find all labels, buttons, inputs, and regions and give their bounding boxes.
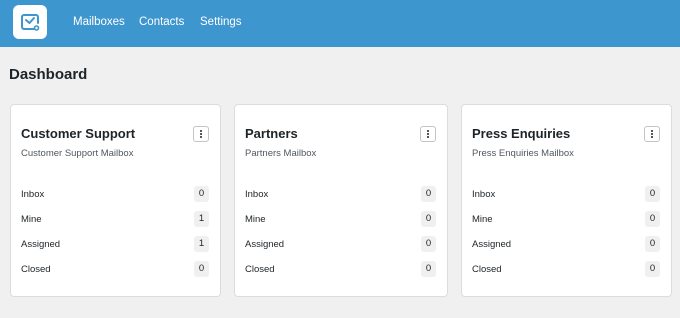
stat-count-badge: 0 bbox=[421, 211, 436, 227]
stat-count-badge: 0 bbox=[421, 236, 436, 252]
mailbox-subtitle: Customer Support Mailbox bbox=[21, 148, 134, 159]
mailbox-stat-inbox[interactable]: Inbox 0 bbox=[21, 186, 209, 202]
more-vertical-icon bbox=[200, 130, 202, 138]
stat-label: Assigned bbox=[245, 239, 285, 250]
mailbox-stat-mine[interactable]: Mine 0 bbox=[472, 211, 660, 227]
nav-settings[interactable]: Settings bbox=[200, 16, 242, 28]
mailbox-stat-mine[interactable]: Mine 1 bbox=[21, 211, 209, 227]
page-title: Dashboard bbox=[9, 66, 88, 83]
stat-label: Mine bbox=[245, 214, 266, 225]
stat-count-badge: 0 bbox=[421, 261, 436, 277]
more-vertical-icon bbox=[651, 130, 653, 138]
top-navigation-bar: Mailboxes Contacts Settings bbox=[0, 0, 680, 47]
mailbox-title[interactable]: Customer Support bbox=[21, 126, 135, 141]
stat-label: Assigned bbox=[21, 239, 61, 250]
mailbox-subtitle: Partners Mailbox bbox=[245, 148, 317, 159]
stat-label: Closed bbox=[245, 264, 275, 275]
mailbox-subtitle: Press Enquiries Mailbox bbox=[472, 148, 574, 159]
stat-count-badge: 0 bbox=[645, 186, 660, 202]
mailbox-menu-button[interactable] bbox=[193, 126, 209, 142]
mailbox-stat-inbox[interactable]: Inbox 0 bbox=[472, 186, 660, 202]
mailbox-stat-assigned[interactable]: Assigned 0 bbox=[245, 236, 436, 252]
stat-label: Closed bbox=[21, 264, 51, 275]
mailbox-stat-closed[interactable]: Closed 0 bbox=[472, 261, 660, 277]
stat-count-badge: 1 bbox=[194, 236, 209, 252]
nav-mailboxes[interactable]: Mailboxes bbox=[73, 16, 125, 28]
mailbox-card-press-enquiries: Press Enquiries Press Enquiries Mailbox … bbox=[461, 104, 672, 297]
stat-count-badge: 0 bbox=[194, 186, 209, 202]
stat-count-badge: 0 bbox=[421, 186, 436, 202]
stat-count-badge: 0 bbox=[645, 236, 660, 252]
mailbox-title[interactable]: Press Enquiries bbox=[472, 126, 570, 141]
stat-label: Inbox bbox=[21, 189, 45, 200]
app-logo[interactable] bbox=[13, 5, 47, 39]
stat-count-badge: 1 bbox=[194, 211, 209, 227]
mailbox-card-partners: Partners Partners Mailbox Inbox 0 Mine 0… bbox=[234, 104, 448, 297]
more-vertical-icon bbox=[427, 130, 429, 138]
mailbox-stat-assigned[interactable]: Assigned 1 bbox=[21, 236, 209, 252]
mailbox-stat-inbox[interactable]: Inbox 0 bbox=[245, 186, 436, 202]
mailbox-stat-closed[interactable]: Closed 0 bbox=[21, 261, 209, 277]
stat-label: Mine bbox=[21, 214, 42, 225]
mailbox-stat-assigned[interactable]: Assigned 0 bbox=[472, 236, 660, 252]
mailbox-menu-button[interactable] bbox=[644, 126, 660, 142]
mailbox-card-customer-support: Customer Support Customer Support Mailbo… bbox=[10, 104, 221, 297]
mailbox-stat-closed[interactable]: Closed 0 bbox=[245, 261, 436, 277]
nav-contacts[interactable]: Contacts bbox=[139, 16, 184, 28]
stat-label: Mine bbox=[472, 214, 493, 225]
stat-label: Inbox bbox=[245, 189, 269, 200]
mailbox-menu-button[interactable] bbox=[420, 126, 436, 142]
mailbox-check-icon bbox=[21, 14, 40, 31]
stat-label: Inbox bbox=[472, 189, 496, 200]
stat-count-badge: 0 bbox=[194, 261, 209, 277]
stat-count-badge: 0 bbox=[645, 211, 660, 227]
stat-label: Closed bbox=[472, 264, 502, 275]
stat-count-badge: 0 bbox=[645, 261, 660, 277]
mailbox-stat-mine[interactable]: Mine 0 bbox=[245, 211, 436, 227]
mailbox-title[interactable]: Partners bbox=[245, 126, 298, 141]
stat-label: Assigned bbox=[472, 239, 512, 250]
